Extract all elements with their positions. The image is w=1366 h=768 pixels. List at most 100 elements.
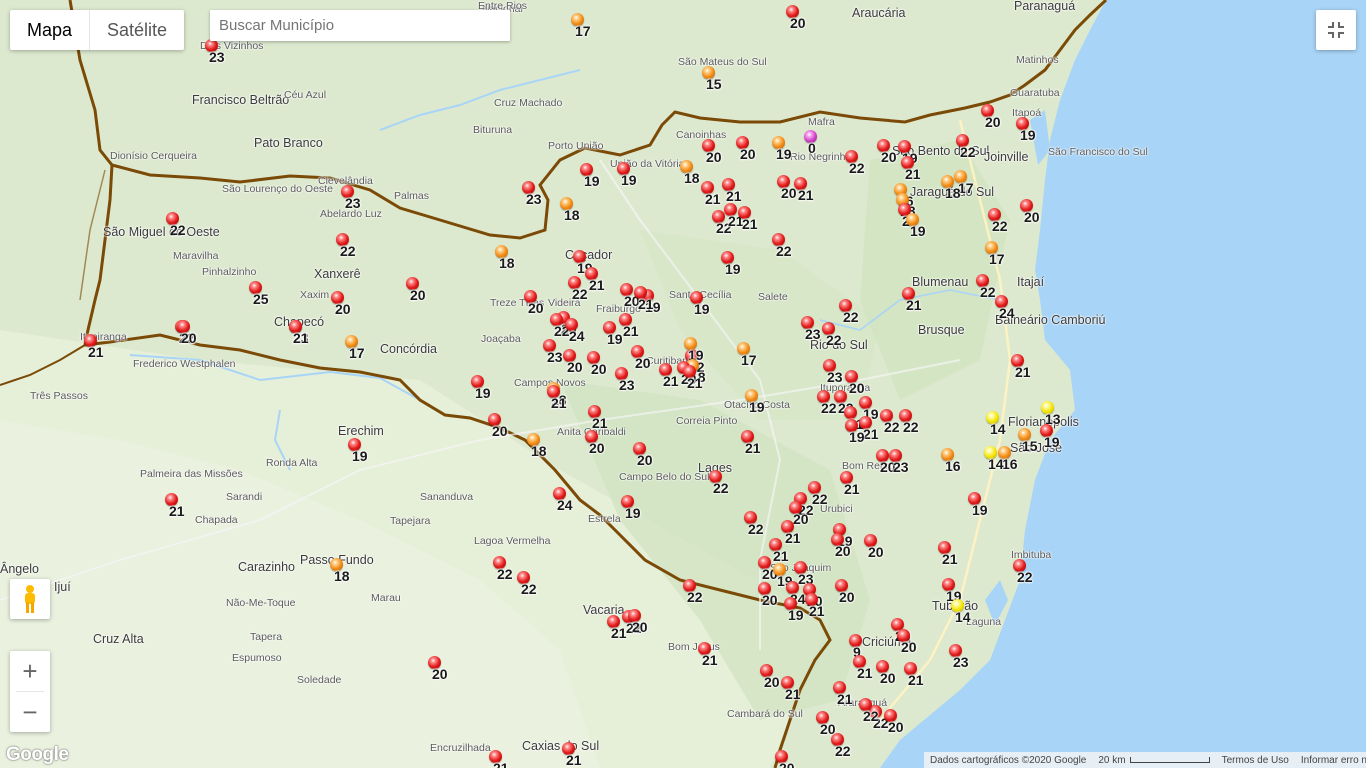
map-type-satellite-button[interactable]: Satélite — [90, 10, 184, 50]
station-marker[interactable]: 23 — [522, 181, 542, 207]
station-marker[interactable]: 21 — [853, 655, 873, 681]
station-marker[interactable]: 19 — [471, 375, 491, 401]
fullscreen-button[interactable] — [1316, 10, 1356, 50]
station-marker[interactable]: 23 — [794, 561, 814, 587]
station-marker[interactable]: 20 — [1020, 199, 1040, 225]
station-marker[interactable]: 21 — [781, 520, 801, 546]
station-marker[interactable]: 21 — [547, 385, 567, 411]
station-marker[interactable]: 21 — [840, 471, 860, 497]
station-marker[interactable]: 23 — [823, 359, 843, 385]
station-marker[interactable]: 22 — [988, 208, 1008, 234]
station-marker[interactable]: 22 — [859, 698, 879, 724]
station-marker[interactable]: 22 — [794, 492, 814, 518]
station-marker[interactable]: 14 — [986, 411, 1006, 437]
station-marker[interactable]: 20 — [406, 277, 426, 303]
station-marker[interactable]: 21 — [722, 178, 742, 204]
station-marker[interactable]: 21 — [769, 538, 789, 564]
terms-link[interactable]: Termos de Uso — [1216, 755, 1295, 766]
station-marker[interactable]: 17 — [345, 335, 365, 361]
station-marker[interactable]: 20 — [633, 442, 653, 468]
station-marker[interactable]: 22 — [493, 556, 513, 582]
station-marker[interactable]: 20 — [331, 291, 351, 317]
station-marker[interactable]: 19 — [690, 291, 710, 317]
station-marker[interactable]: 19 — [580, 163, 600, 189]
station-marker[interactable]: 19 — [898, 140, 918, 166]
station-marker[interactable]: 22 — [822, 322, 842, 348]
station-marker[interactable]: 16 — [998, 446, 1018, 472]
station-marker[interactable]: 21 — [833, 681, 853, 707]
station-marker[interactable]: 17 — [954, 170, 974, 196]
station-marker[interactable]: 19 — [859, 396, 879, 422]
station-marker[interactable]: 19 — [784, 597, 804, 623]
station-marker[interactable]: 20 — [775, 750, 795, 768]
station-marker[interactable]: 19 — [1016, 117, 1036, 143]
station-marker[interactable]: 21 — [794, 177, 814, 203]
station-marker[interactable]: 24 — [995, 295, 1015, 321]
station-marker[interactable]: 14 — [951, 599, 971, 625]
station-marker[interactable]: 20 — [876, 449, 896, 475]
station-marker[interactable]: 20 — [897, 629, 917, 655]
station-marker[interactable]: 19 — [968, 492, 988, 518]
station-marker[interactable]: 20 — [177, 320, 197, 346]
station-marker[interactable]: 19 — [621, 495, 641, 521]
station-marker[interactable]: 19 — [833, 523, 853, 549]
station-marker[interactable]: 20 — [758, 556, 778, 582]
station-marker[interactable]: 21 — [634, 286, 654, 312]
station-marker[interactable]: 22 — [744, 511, 764, 537]
station-marker[interactable]: 22 — [880, 409, 900, 435]
station-marker[interactable]: 21 — [938, 541, 958, 567]
station-marker[interactable]: 21 — [489, 750, 509, 768]
station-marker[interactable]: 22 — [683, 579, 703, 605]
station-marker[interactable]: 21 — [738, 206, 758, 232]
station-marker[interactable]: 23 — [543, 339, 563, 365]
map-type-map-button[interactable]: Mapa — [10, 10, 89, 50]
station-marker[interactable]: 21 — [724, 203, 744, 229]
station-marker[interactable]: 21 — [683, 365, 703, 391]
station-marker[interactable]: 19 — [845, 419, 865, 445]
station-marker[interactable]: 18 — [680, 160, 700, 186]
station-marker[interactable]: 22 — [550, 313, 570, 339]
station-marker[interactable]: 21 — [805, 593, 825, 619]
station-marker[interactable]: 21 — [701, 181, 721, 207]
station-marker[interactable]: 20 — [702, 139, 722, 165]
station-marker[interactable]: 21 — [859, 416, 879, 442]
station-marker[interactable]: 22 — [899, 409, 919, 435]
station-marker[interactable]: 15 — [702, 66, 722, 92]
station-marker[interactable]: 22 — [976, 274, 996, 300]
municipality-search-input[interactable] — [210, 10, 510, 41]
station-marker[interactable]: 22 — [772, 233, 792, 259]
station-marker[interactable]: 19 — [721, 251, 741, 277]
station-marker[interactable]: 21 — [781, 676, 801, 702]
station-marker[interactable]: 20 — [786, 5, 806, 31]
station-marker[interactable]: 21 — [844, 406, 864, 432]
station-marker[interactable]: 17 — [737, 342, 757, 368]
station-marker[interactable]: 21 — [607, 615, 627, 641]
station-marker[interactable]: 17 — [985, 241, 1005, 267]
station-marker[interactable]: 24 — [565, 318, 585, 344]
station-marker[interactable]: 21 — [902, 287, 922, 313]
station-marker[interactable]: 21 — [619, 313, 639, 339]
station-marker[interactable]: 20 — [816, 711, 836, 737]
station-marker[interactable]: 19 — [942, 578, 962, 604]
station-marker[interactable]: 20 — [631, 345, 651, 371]
station-marker[interactable]: 9 — [849, 634, 862, 660]
station-marker[interactable]: 22 — [845, 150, 865, 176]
station-marker[interactable]: 21 — [659, 363, 679, 389]
station-marker[interactable]: 22 — [834, 390, 854, 416]
station-marker[interactable]: 25 — [249, 281, 269, 307]
station-marker[interactable]: 20 — [884, 709, 904, 735]
station-marker[interactable]: 20 — [428, 656, 448, 682]
station-marker[interactable]: 18 — [495, 245, 515, 271]
station-marker[interactable]: 20 — [620, 283, 640, 309]
station-marker[interactable]: 20 — [891, 618, 911, 644]
station-marker[interactable]: 18 — [560, 197, 580, 223]
station-marker[interactable]: 16 — [941, 448, 961, 474]
station-marker[interactable]: 21 — [165, 493, 185, 519]
zoom-out-button[interactable]: − — [10, 692, 50, 732]
station-marker[interactable]: 23 — [341, 185, 361, 211]
report-error-link[interactable]: Informar erro no mapa — [1295, 755, 1366, 766]
station-marker[interactable]: 0 — [804, 130, 817, 156]
station-marker[interactable]: 19 — [906, 213, 926, 239]
station-marker[interactable]: 21 — [904, 662, 924, 688]
station-marker[interactable]: 20 — [777, 175, 797, 201]
